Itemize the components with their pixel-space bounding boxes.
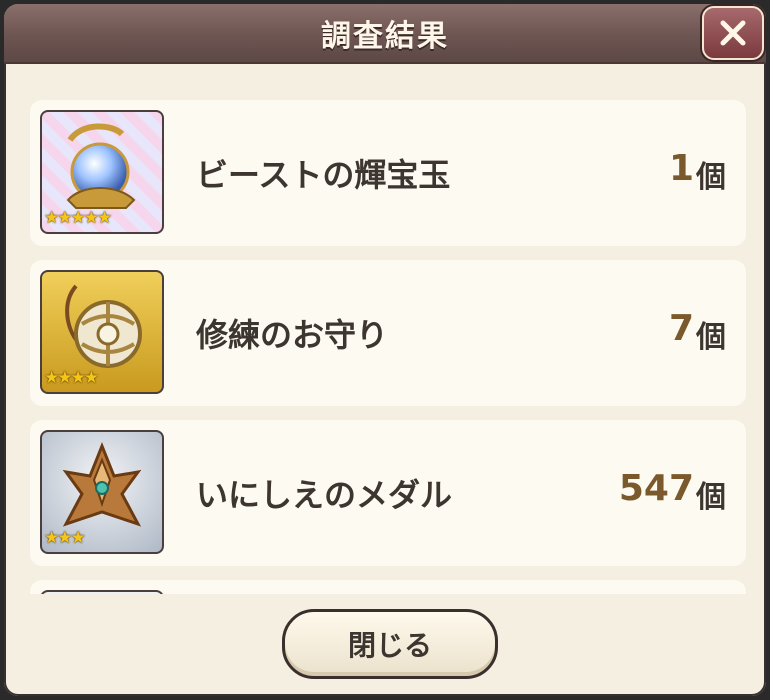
- dialog-title: 調査結果: [321, 19, 449, 54]
- list-item: ★★★★ 修練のお守り 7 個: [30, 260, 746, 406]
- close-button-label: 閉じる: [347, 629, 432, 662]
- title-bar: 調査結果: [4, 4, 766, 64]
- close-x-button[interactable]: [702, 6, 764, 60]
- close-button[interactable]: 閉じる: [282, 609, 498, 679]
- item-thumbnail: ★★★★★: [40, 110, 164, 234]
- item-thumbnail: ★★★★: [40, 270, 164, 394]
- item-unit: 個: [696, 320, 726, 355]
- close-x-icon: [720, 20, 746, 46]
- item-quantity: 7: [668, 308, 694, 349]
- rarity-stars: ★★★★★: [44, 208, 112, 228]
- item-thumbnail: ★★★: [40, 430, 164, 554]
- item-name: 修練のお守り: [196, 316, 389, 354]
- item-quantity: 1: [668, 148, 694, 189]
- list-item: [30, 580, 746, 594]
- rarity-stars: ★★★: [44, 528, 86, 548]
- list-item: ★★★★★ ビーストの輝宝玉 1 個: [30, 100, 746, 246]
- result-list[interactable]: ★★★★★ ビーストの輝宝玉 1 個 ★★★★ 修練のお守り 7 個 ★★★ い…: [30, 100, 746, 594]
- item-name: いにしえのメダル: [196, 476, 453, 514]
- item-unit: 個: [696, 480, 726, 515]
- item-quantity: 547: [618, 468, 694, 509]
- item-unit: 個: [696, 160, 726, 195]
- rarity-stars: ★★★★: [44, 368, 99, 388]
- list-item: ★★★ いにしえのメダル 547 個: [30, 420, 746, 566]
- results-dialog: 調査結果 ★★★★★ ビーストの輝宝玉 1 個 ★★★★ 修練のお守り 7 個 …: [4, 4, 766, 696]
- item-thumbnail: [40, 590, 164, 594]
- item-name: ビーストの輝宝玉: [196, 156, 451, 194]
